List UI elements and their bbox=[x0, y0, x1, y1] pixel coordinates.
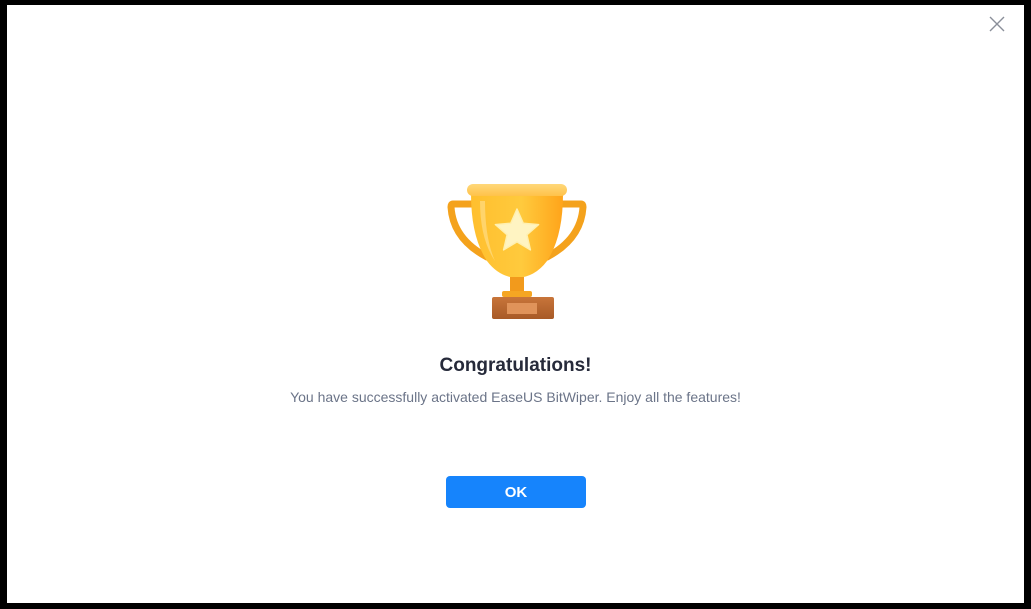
ok-button[interactable]: OK bbox=[446, 476, 586, 508]
close-icon bbox=[989, 16, 1005, 32]
dialog-message: You have successfully activated EaseUS B… bbox=[290, 389, 741, 405]
close-button[interactable] bbox=[988, 15, 1006, 33]
trophy-icon bbox=[447, 184, 587, 319]
dialog-title: Congratulations! bbox=[439, 355, 592, 376]
activation-success-dialog: Congratulations! You have successfully a… bbox=[7, 5, 1024, 603]
